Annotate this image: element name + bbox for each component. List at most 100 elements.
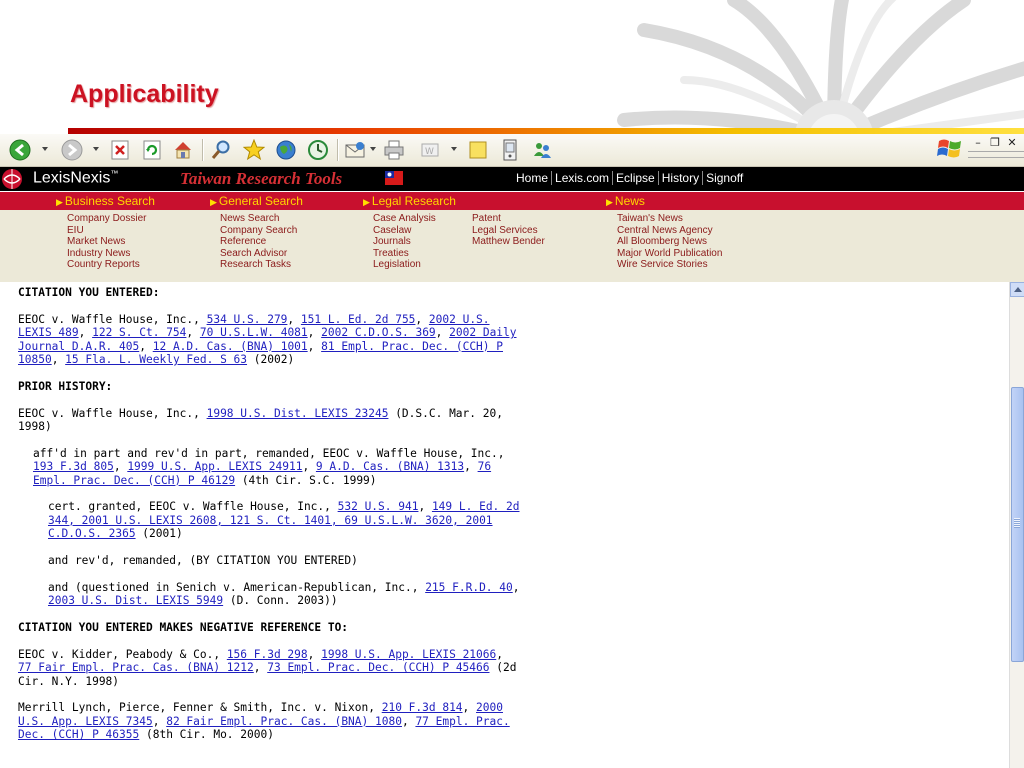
stop-icon xyxy=(111,140,129,160)
top-navigation: Home Lexis.com Eclipse History Signoff xyxy=(516,171,746,185)
menu-treaties[interactable]: Treaties xyxy=(373,248,436,260)
site-subtitle: Taiwan Research Tools xyxy=(180,169,343,188)
edit-document-icon: W xyxy=(421,143,439,157)
menu-all-bloomberg-news[interactable]: All Bloomberg News xyxy=(617,236,722,248)
citation-link[interactable]: 2002 C.D.O.S. 369 xyxy=(321,326,436,339)
citation-link[interactable]: 73 Empl. Prac. Dec. (CCH) P 45466 xyxy=(267,661,489,674)
stop-button[interactable] xyxy=(108,138,132,162)
citation-link[interactable]: 9 A.D. Cas. (BNA) 1313 xyxy=(316,460,464,473)
questioned-paragraph: and (questioned in Senich v. American-Re… xyxy=(48,580,520,608)
submenu-panel: Company Dossier EIU Market News Industry… xyxy=(0,210,1024,282)
citation-link[interactable]: 193 F.3d 805 xyxy=(33,460,114,473)
lexisnexis-brand[interactable]: LexisNexis™ xyxy=(33,169,118,187)
nav-lexis-com[interactable]: Lexis.com xyxy=(552,171,614,185)
citation-link[interactable]: 82 Fair Empl. Prac. Cas. (BNA) 1080 xyxy=(166,715,402,728)
window-minimize-button[interactable]: – xyxy=(970,136,986,149)
menu-journals[interactable]: Journals xyxy=(373,236,436,248)
back-button[interactable] xyxy=(8,138,32,162)
edit-dropdown-arrow[interactable] xyxy=(451,147,457,151)
citation-link[interactable]: 532 U.S. 941 xyxy=(338,500,419,513)
menu-news-search[interactable]: News Search xyxy=(220,213,297,225)
menu-country-reports[interactable]: Country Reports xyxy=(67,259,146,271)
menu-company-search[interactable]: Company Search xyxy=(220,225,297,237)
notes-button[interactable] xyxy=(466,138,490,162)
menu-reference[interactable]: Reference xyxy=(220,236,297,248)
triangle-right-icon: ▶ xyxy=(363,197,370,207)
back-arrow-icon xyxy=(9,139,31,161)
globe-icon xyxy=(276,140,296,160)
heading-prior-history: PRIOR HISTORY: xyxy=(18,379,113,393)
refresh-button[interactable] xyxy=(140,138,164,162)
window-close-button[interactable]: ✕ xyxy=(1004,136,1020,149)
print-button[interactable] xyxy=(382,138,406,162)
citation-link[interactable]: 534 U.S. 279 xyxy=(207,313,288,326)
swirl-background-graphic xyxy=(617,0,1024,128)
edit-button[interactable]: W xyxy=(418,138,442,162)
home-button[interactable] xyxy=(171,138,195,162)
mail-dropdown-arrow[interactable] xyxy=(370,147,376,151)
refresh-icon xyxy=(143,140,161,160)
media-button[interactable] xyxy=(274,138,298,162)
menu-company-dossier[interactable]: Company Dossier xyxy=(67,213,146,225)
reversed-paragraph: and rev'd, remanded, (BY CITATION YOU EN… xyxy=(48,554,358,568)
menu-market-news[interactable]: Market News xyxy=(67,236,146,248)
menu-wire-service-stories[interactable]: Wire Service Stories xyxy=(617,259,722,271)
menu-major-world-publication[interactable]: Major World Publication xyxy=(617,248,722,260)
citation-link[interactable]: 12 A.D. Cas. (BNA) 1001 xyxy=(153,340,308,353)
scroll-up-arrow[interactable] xyxy=(1010,282,1024,297)
citation-link[interactable]: 215 F.R.D. 40 xyxy=(425,581,513,594)
category-legal-research[interactable]: ▶ Legal Research xyxy=(363,194,456,208)
forward-button[interactable] xyxy=(60,138,84,162)
window-frame-line xyxy=(968,151,1024,158)
forward-arrow-icon xyxy=(61,139,83,161)
category-news[interactable]: ▶ News xyxy=(606,194,645,208)
menu-search-advisor[interactable]: Search Advisor xyxy=(220,248,297,260)
nav-home[interactable]: Home xyxy=(516,171,553,185)
menu-patent[interactable]: Patent xyxy=(472,213,545,225)
printer-icon xyxy=(384,140,404,160)
history-button[interactable] xyxy=(306,138,330,162)
window-restore-button[interactable]: ❐ xyxy=(987,136,1003,149)
menu-central-news-agency[interactable]: Central News Agency xyxy=(617,225,722,237)
citation-link[interactable]: 1999 U.S. App. LEXIS 24911 xyxy=(127,460,302,473)
messenger-button[interactable] xyxy=(530,138,554,162)
citation-link[interactable]: 1998 U.S. App. LEXIS 21066 xyxy=(321,648,496,661)
triangle-right-icon: ▶ xyxy=(56,197,63,207)
taiwan-flag-icon xyxy=(385,171,403,185)
svg-text:W: W xyxy=(425,147,434,157)
messenger-people-icon xyxy=(534,143,551,158)
trademark-mark: ™ xyxy=(110,169,119,178)
menu-taiwans-news[interactable]: Taiwan's News xyxy=(617,213,722,225)
menu-legal-services[interactable]: Legal Services xyxy=(472,225,545,237)
citation-link[interactable]: 122 S. Ct. 754 xyxy=(92,326,186,339)
menu-research-tasks[interactable]: Research Tasks xyxy=(220,259,297,271)
menu-eiu[interactable]: EIU xyxy=(67,225,146,237)
nav-eclipse[interactable]: Eclipse xyxy=(613,171,659,185)
citation-link[interactable]: 70 U.S.L.W. 4081 xyxy=(200,326,308,339)
vertical-scrollbar[interactable] xyxy=(1009,282,1024,768)
citation-link[interactable]: 15 Fla. L. Weekly Fed. S 63 xyxy=(65,353,247,366)
citation-link[interactable]: 156 F.3d 298 xyxy=(227,648,308,661)
menu-caselaw[interactable]: Caselaw xyxy=(373,225,436,237)
favorites-button[interactable] xyxy=(242,138,266,162)
mail-button[interactable] xyxy=(343,138,367,162)
forward-dropdown-arrow[interactable] xyxy=(93,147,99,151)
citation-link[interactable]: 151 L. Ed. 2d 755 xyxy=(301,313,416,326)
kidder-peabody-paragraph: EEOC v. Kidder, Peabody & Co., 156 F.3d … xyxy=(18,647,517,688)
research-button[interactable] xyxy=(498,138,522,162)
category-business-search[interactable]: ▶ Business Search xyxy=(56,194,155,208)
citation-link[interactable]: 1998 U.S. Dist. LEXIS 23245 xyxy=(207,407,389,420)
menu-industry-news[interactable]: Industry News xyxy=(67,248,146,260)
citation-link[interactable]: 77 Fair Empl. Prac. Cas. (BNA) 1212 xyxy=(18,661,254,674)
nav-history[interactable]: History xyxy=(659,171,704,185)
back-dropdown-arrow[interactable] xyxy=(42,147,48,151)
search-button[interactable] xyxy=(209,138,233,162)
nav-signoff[interactable]: Signoff xyxy=(703,171,746,185)
menu-case-analysis[interactable]: Case Analysis xyxy=(373,213,436,225)
menu-matthew-bender[interactable]: Matthew Bender xyxy=(472,236,545,248)
menu-legislation[interactable]: Legislation xyxy=(373,259,436,271)
citation-link[interactable]: 2003 U.S. Dist. LEXIS 5949 xyxy=(48,594,223,607)
category-general-search[interactable]: ▶ General Search xyxy=(210,194,303,208)
star-icon xyxy=(243,139,265,161)
citation-link[interactable]: 210 F.3d 814 xyxy=(382,701,463,714)
